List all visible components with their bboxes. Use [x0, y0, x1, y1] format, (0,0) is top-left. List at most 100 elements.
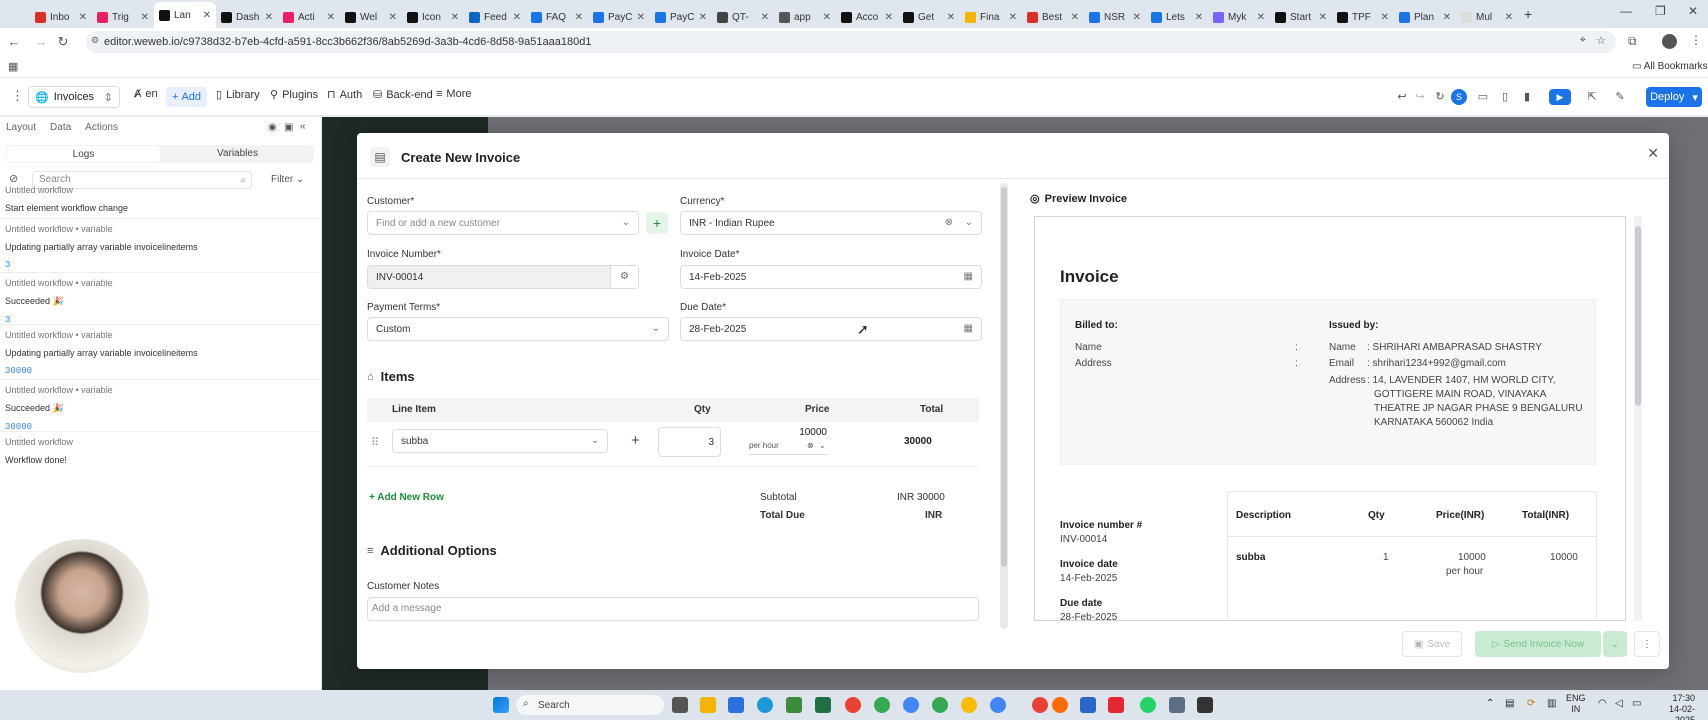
invoice-date-field[interactable]: 14-Feb-2025 ▦	[680, 265, 982, 289]
taskbar-search[interactable]: ⌕ Search	[516, 695, 664, 715]
settings-icon[interactable]	[1169, 697, 1185, 713]
undo-icon[interactable]: ↩	[1394, 89, 1410, 105]
wifi-icon[interactable]: ◠	[1598, 698, 1607, 709]
drag-handle-icon[interactable]: ⠿	[371, 436, 379, 449]
redo-icon[interactable]: ↪	[1412, 89, 1428, 105]
clear-icon[interactable]: ⊗	[945, 217, 953, 228]
preview-scrollbar[interactable]	[1634, 216, 1642, 621]
apps-grid-icon[interactable]: ▦	[8, 60, 18, 73]
url-input[interactable]: ⚙ editor.weweb.io/c9738d32-b7eb-4cfd-a59…	[86, 31, 1616, 53]
tab-close-icon[interactable]: ✕	[1381, 12, 1389, 23]
log-entry[interactable]: Untitled workflow • variable Updating par…	[5, 330, 198, 376]
close-icon[interactable]: ✕	[1647, 145, 1659, 162]
chrome-profile-icon[interactable]	[874, 697, 890, 713]
notepad-icon[interactable]	[786, 697, 802, 713]
chrome-profile-icon[interactable]	[990, 697, 1006, 713]
panel-tab[interactable]: Data	[50, 122, 71, 133]
page-select[interactable]: 🌐 Invoices ⇕	[28, 86, 120, 108]
tab-close-icon[interactable]: ✕	[1133, 12, 1141, 23]
save-button[interactable]: ▣ Save	[1402, 631, 1462, 657]
browser-tab[interactable]: PayC ✕	[650, 6, 712, 28]
language-indicator[interactable]: ENG IN	[1566, 693, 1586, 715]
preview-scroll-thumb[interactable]	[1635, 226, 1641, 406]
tab-close-icon[interactable]: ✕	[885, 12, 893, 23]
clock[interactable]: 17:30 14-02-2025	[1650, 693, 1695, 720]
browser-tab[interactable]: NSR ✕	[1084, 6, 1146, 28]
price-value[interactable]: 10000	[787, 427, 827, 438]
tab-close-icon[interactable]: ✕	[79, 12, 87, 23]
new-tab-button[interactable]: +	[1524, 6, 1532, 22]
tab-close-icon[interactable]: ✕	[637, 12, 645, 23]
close-window-icon[interactable]: ✕	[1688, 4, 1698, 18]
tab-close-icon[interactable]: ✕	[389, 12, 397, 23]
tab-close-icon[interactable]: ✕	[1443, 12, 1451, 23]
calculator-icon[interactable]	[1080, 697, 1096, 713]
send-invoice-button[interactable]: ▷ Send Invoice Now	[1475, 631, 1601, 657]
whatsapp-icon[interactable]	[1140, 697, 1156, 713]
clear-logs-icon[interactable]: ⊘	[9, 172, 18, 185]
library-button[interactable]: ▯ Library	[216, 88, 260, 102]
file-explorer-icon[interactable]	[700, 697, 716, 713]
form-scroll-thumb[interactable]	[1001, 187, 1007, 567]
log-entry[interactable]: Untitled workflow • variable Succeeded 🎉 3…	[5, 385, 113, 432]
refresh-icon[interactable]: ↻	[1432, 89, 1448, 105]
editor-menu-icon[interactable]: ⋮	[11, 88, 24, 104]
browser-tab[interactable]: Plan ✕	[1394, 6, 1456, 28]
excel-icon[interactable]	[815, 697, 831, 713]
tab-close-icon[interactable]: ✕	[1071, 12, 1079, 23]
browser-tab[interactable]: Feed ✕	[464, 6, 526, 28]
tray-app-icon[interactable]: ▥	[1547, 698, 1556, 709]
backend-button[interactable]: ⛁ Back-end	[373, 88, 433, 102]
bookmark-star-icon[interactable]: ☆	[1596, 34, 1606, 47]
preview-play-icon[interactable]: ▶	[1549, 89, 1571, 105]
chrome-profile-icon[interactable]	[961, 697, 977, 713]
browser-tab[interactable]: Wel ✕	[340, 6, 402, 28]
send-options-dropdown[interactable]: ⌄	[1603, 631, 1627, 657]
log-entry[interactable]: Untitled workflow Start element workflow …	[5, 185, 128, 213]
browser-tab[interactable]: Icon ✕	[402, 6, 464, 28]
tray-chevron-icon[interactable]: ⌃	[1486, 698, 1494, 709]
tab-close-icon[interactable]: ✕	[265, 12, 273, 23]
chrome-icon[interactable]	[845, 697, 861, 713]
volume-icon[interactable]: ◁	[1615, 698, 1623, 709]
tray-sync-icon[interactable]: ⟳	[1527, 698, 1535, 709]
logs-tab[interactable]: Logs	[7, 146, 160, 162]
edit-pencil-icon[interactable]: ✎	[1612, 89, 1628, 105]
payment-terms-select[interactable]: Custom ⌄	[367, 317, 669, 341]
browser-menu-icon[interactable]: ⋮	[1690, 33, 1702, 47]
minimize-icon[interactable]: —	[1620, 4, 1632, 18]
unit-select[interactable]: per hour ⊗ ⌄	[749, 441, 829, 455]
tab-close-icon[interactable]: ✕	[1505, 12, 1513, 23]
add-new-row-button[interactable]: + Add New Row	[369, 492, 444, 503]
customer-notes-input[interactable]: Add a message	[367, 597, 979, 621]
open-external-icon[interactable]: ⇱	[1584, 89, 1600, 105]
panel-tab[interactable]: Actions	[85, 122, 118, 133]
browser-tab[interactable]: Myk ✕	[1208, 6, 1270, 28]
site-info-icon[interactable]: ⚙	[91, 35, 99, 46]
log-entry[interactable]: Untitled workflow • variable Succeeded 🎉 3	[5, 278, 113, 325]
browser-tab[interactable]: Lan ✕	[154, 2, 216, 28]
add-customer-button[interactable]: +	[646, 212, 668, 234]
tablet-view-icon[interactable]: ▯	[1497, 89, 1513, 105]
chrome-profile-icon[interactable]	[932, 697, 948, 713]
auth-button[interactable]: ⊓ Auth	[327, 88, 362, 102]
tab-close-icon[interactable]: ✕	[203, 10, 211, 21]
invoice-number-field[interactable]: INV-00014 ⚙	[367, 265, 639, 289]
store-icon[interactable]	[728, 697, 744, 713]
tab-close-icon[interactable]: ✕	[141, 12, 149, 23]
browser-tab[interactable]: TPF ✕	[1332, 6, 1394, 28]
filter-button[interactable]: Filter ⌄	[271, 174, 304, 185]
tab-close-icon[interactable]: ✕	[1319, 12, 1327, 23]
form-scrollbar[interactable]	[1000, 183, 1008, 629]
deploy-button[interactable]: Deploy ▾	[1646, 87, 1702, 107]
battery-icon[interactable]: ▭	[1632, 698, 1641, 709]
windows-start-icon[interactable]	[493, 697, 509, 713]
browser-tab[interactable]: Acti ✕	[278, 6, 340, 28]
chrome-profile-icon[interactable]	[903, 697, 919, 713]
app-icon[interactable]	[1197, 697, 1213, 713]
browser-tab[interactable]: Best ✕	[1022, 6, 1084, 28]
user-avatar[interactable]: S	[1451, 89, 1467, 105]
desktop-view-icon[interactable]: ▭	[1475, 89, 1491, 105]
tab-close-icon[interactable]: ✕	[823, 12, 831, 23]
currency-select[interactable]: INR - Indian Rupee ⊗ ⌄	[680, 211, 982, 235]
